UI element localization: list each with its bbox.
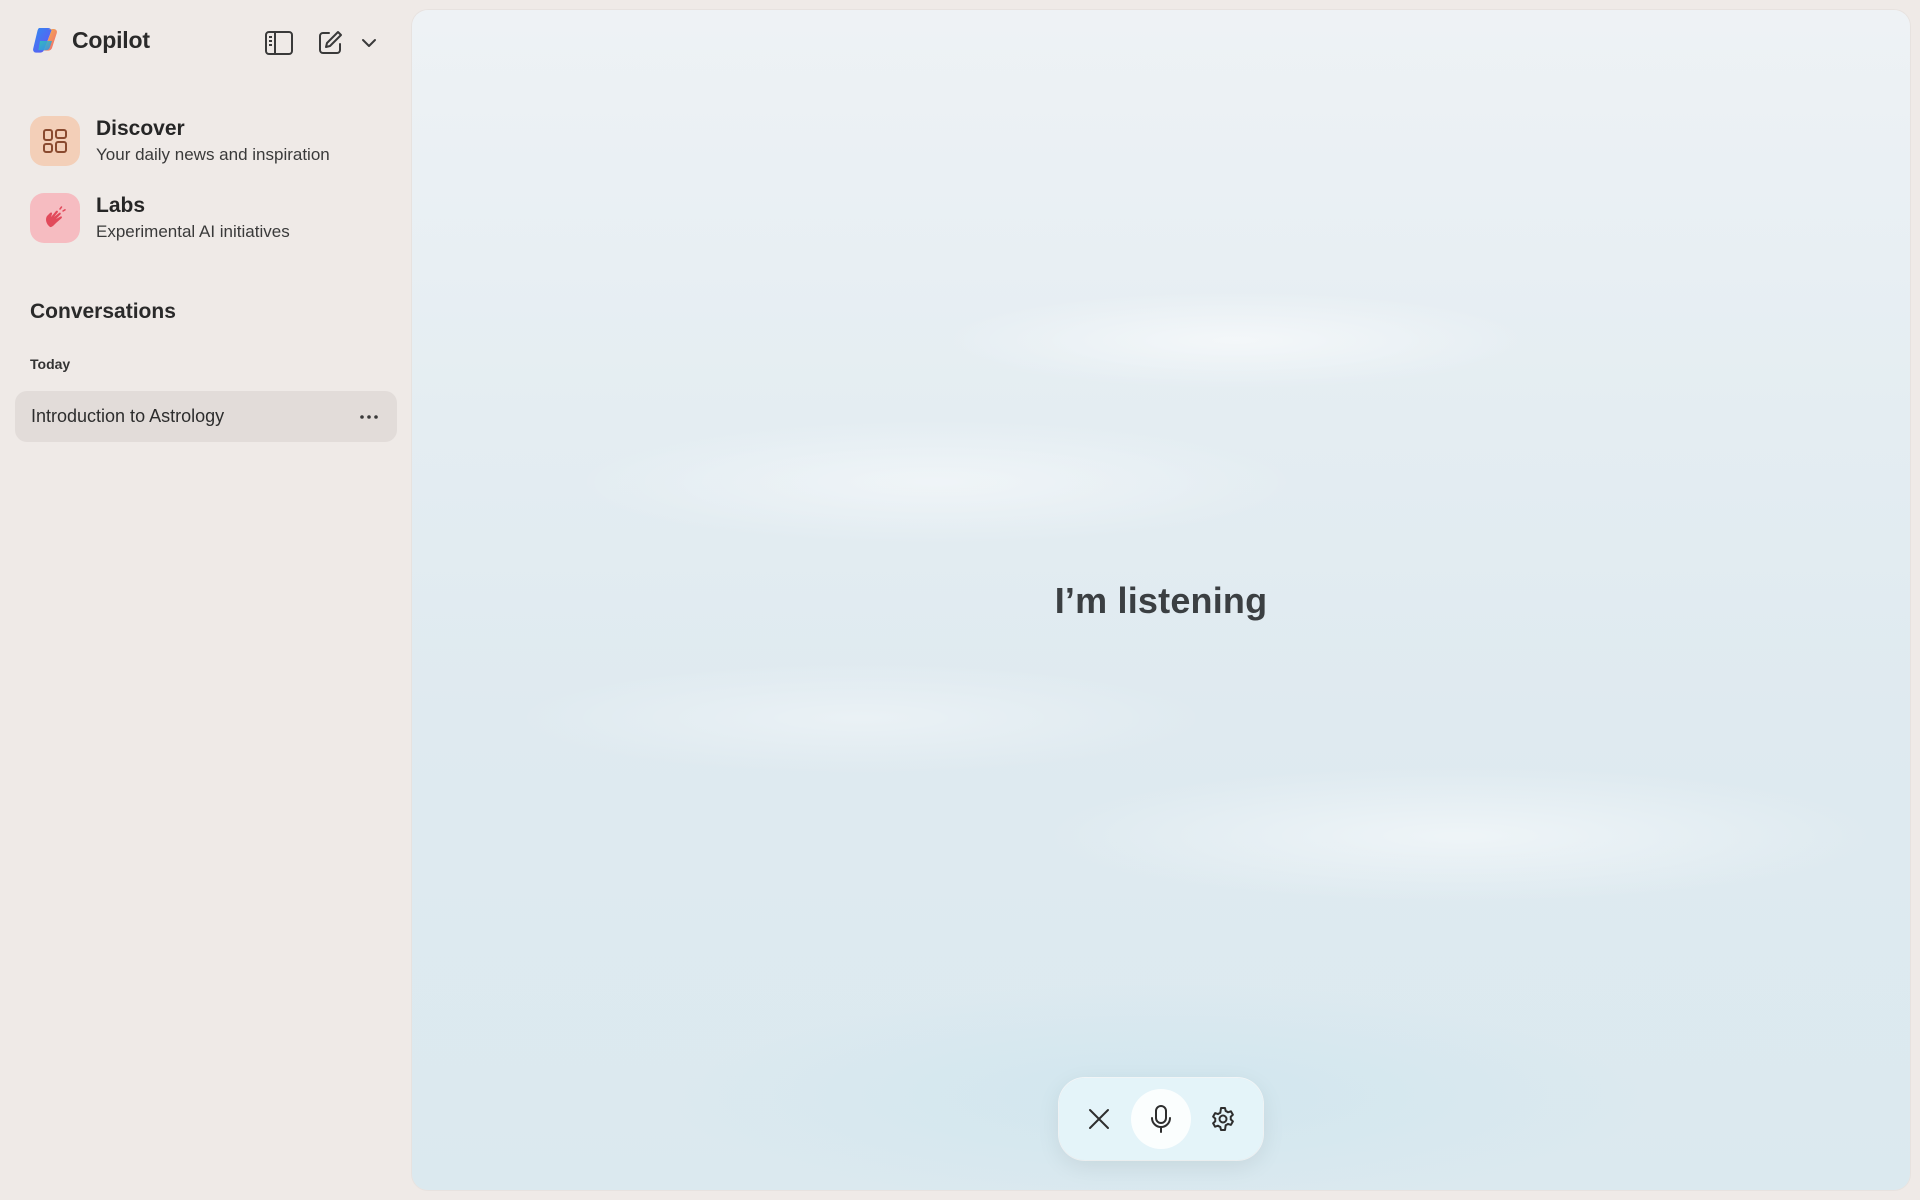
listening-status: I’m listening bbox=[1054, 580, 1268, 621]
voice-settings-button[interactable] bbox=[1193, 1089, 1253, 1149]
feature-subtitle: Experimental AI initiatives bbox=[96, 222, 290, 241]
chevron-down-icon bbox=[362, 39, 376, 47]
labs-link[interactable]: Labs Experimental AI initiatives bbox=[30, 191, 390, 245]
discover-text: Discover Your daily news and inspiration bbox=[96, 117, 330, 165]
grid-icon bbox=[43, 129, 67, 153]
brand-name: Copilot bbox=[72, 26, 150, 53]
microphone-icon bbox=[1151, 1105, 1171, 1133]
discover-link[interactable]: Discover Your daily news and inspiration bbox=[30, 114, 390, 168]
conversations-heading: Conversations bbox=[30, 300, 176, 323]
settings-icon bbox=[1212, 1107, 1234, 1131]
conversation-title: Introduction to Astrology bbox=[31, 406, 225, 426]
toggle-sidebar-button[interactable] bbox=[262, 26, 296, 60]
voice-controls bbox=[1059, 1078, 1263, 1160]
close-voice-button[interactable] bbox=[1069, 1089, 1129, 1149]
conversation-more-button[interactable] bbox=[355, 403, 383, 431]
discover-tile bbox=[30, 116, 80, 166]
conversation-item[interactable]: Introduction to Astrology bbox=[15, 391, 397, 442]
copilot-logo-icon bbox=[33, 28, 57, 53]
more-horizontal-icon bbox=[360, 415, 378, 419]
new-chat-button[interactable] bbox=[313, 26, 347, 60]
labs-tile bbox=[30, 193, 80, 243]
conversation-group-label: Today bbox=[30, 356, 71, 372]
feature-title: Labs bbox=[96, 194, 146, 217]
labs-text: Labs Experimental AI initiatives bbox=[96, 194, 290, 242]
brand[interactable]: Copilot bbox=[30, 24, 150, 56]
close-icon bbox=[1089, 1109, 1109, 1129]
feature-title: Discover bbox=[96, 117, 185, 140]
new-chat-options-button[interactable] bbox=[356, 26, 382, 60]
voice-panel: I’m listening bbox=[412, 10, 1910, 1190]
sidebar-topbar: Copilot bbox=[30, 24, 380, 58]
microphone-button[interactable] bbox=[1131, 1089, 1191, 1149]
compose-icon bbox=[319, 31, 342, 54]
sidebar-icon bbox=[265, 31, 293, 55]
feature-subtitle: Your daily news and inspiration bbox=[96, 145, 330, 164]
sidebar: Copilot Discover Your daily news and ins… bbox=[0, 0, 412, 1200]
hand-icon bbox=[46, 206, 66, 228]
copilot-app: Copilot Discover Your daily news and ins… bbox=[0, 0, 1920, 1200]
